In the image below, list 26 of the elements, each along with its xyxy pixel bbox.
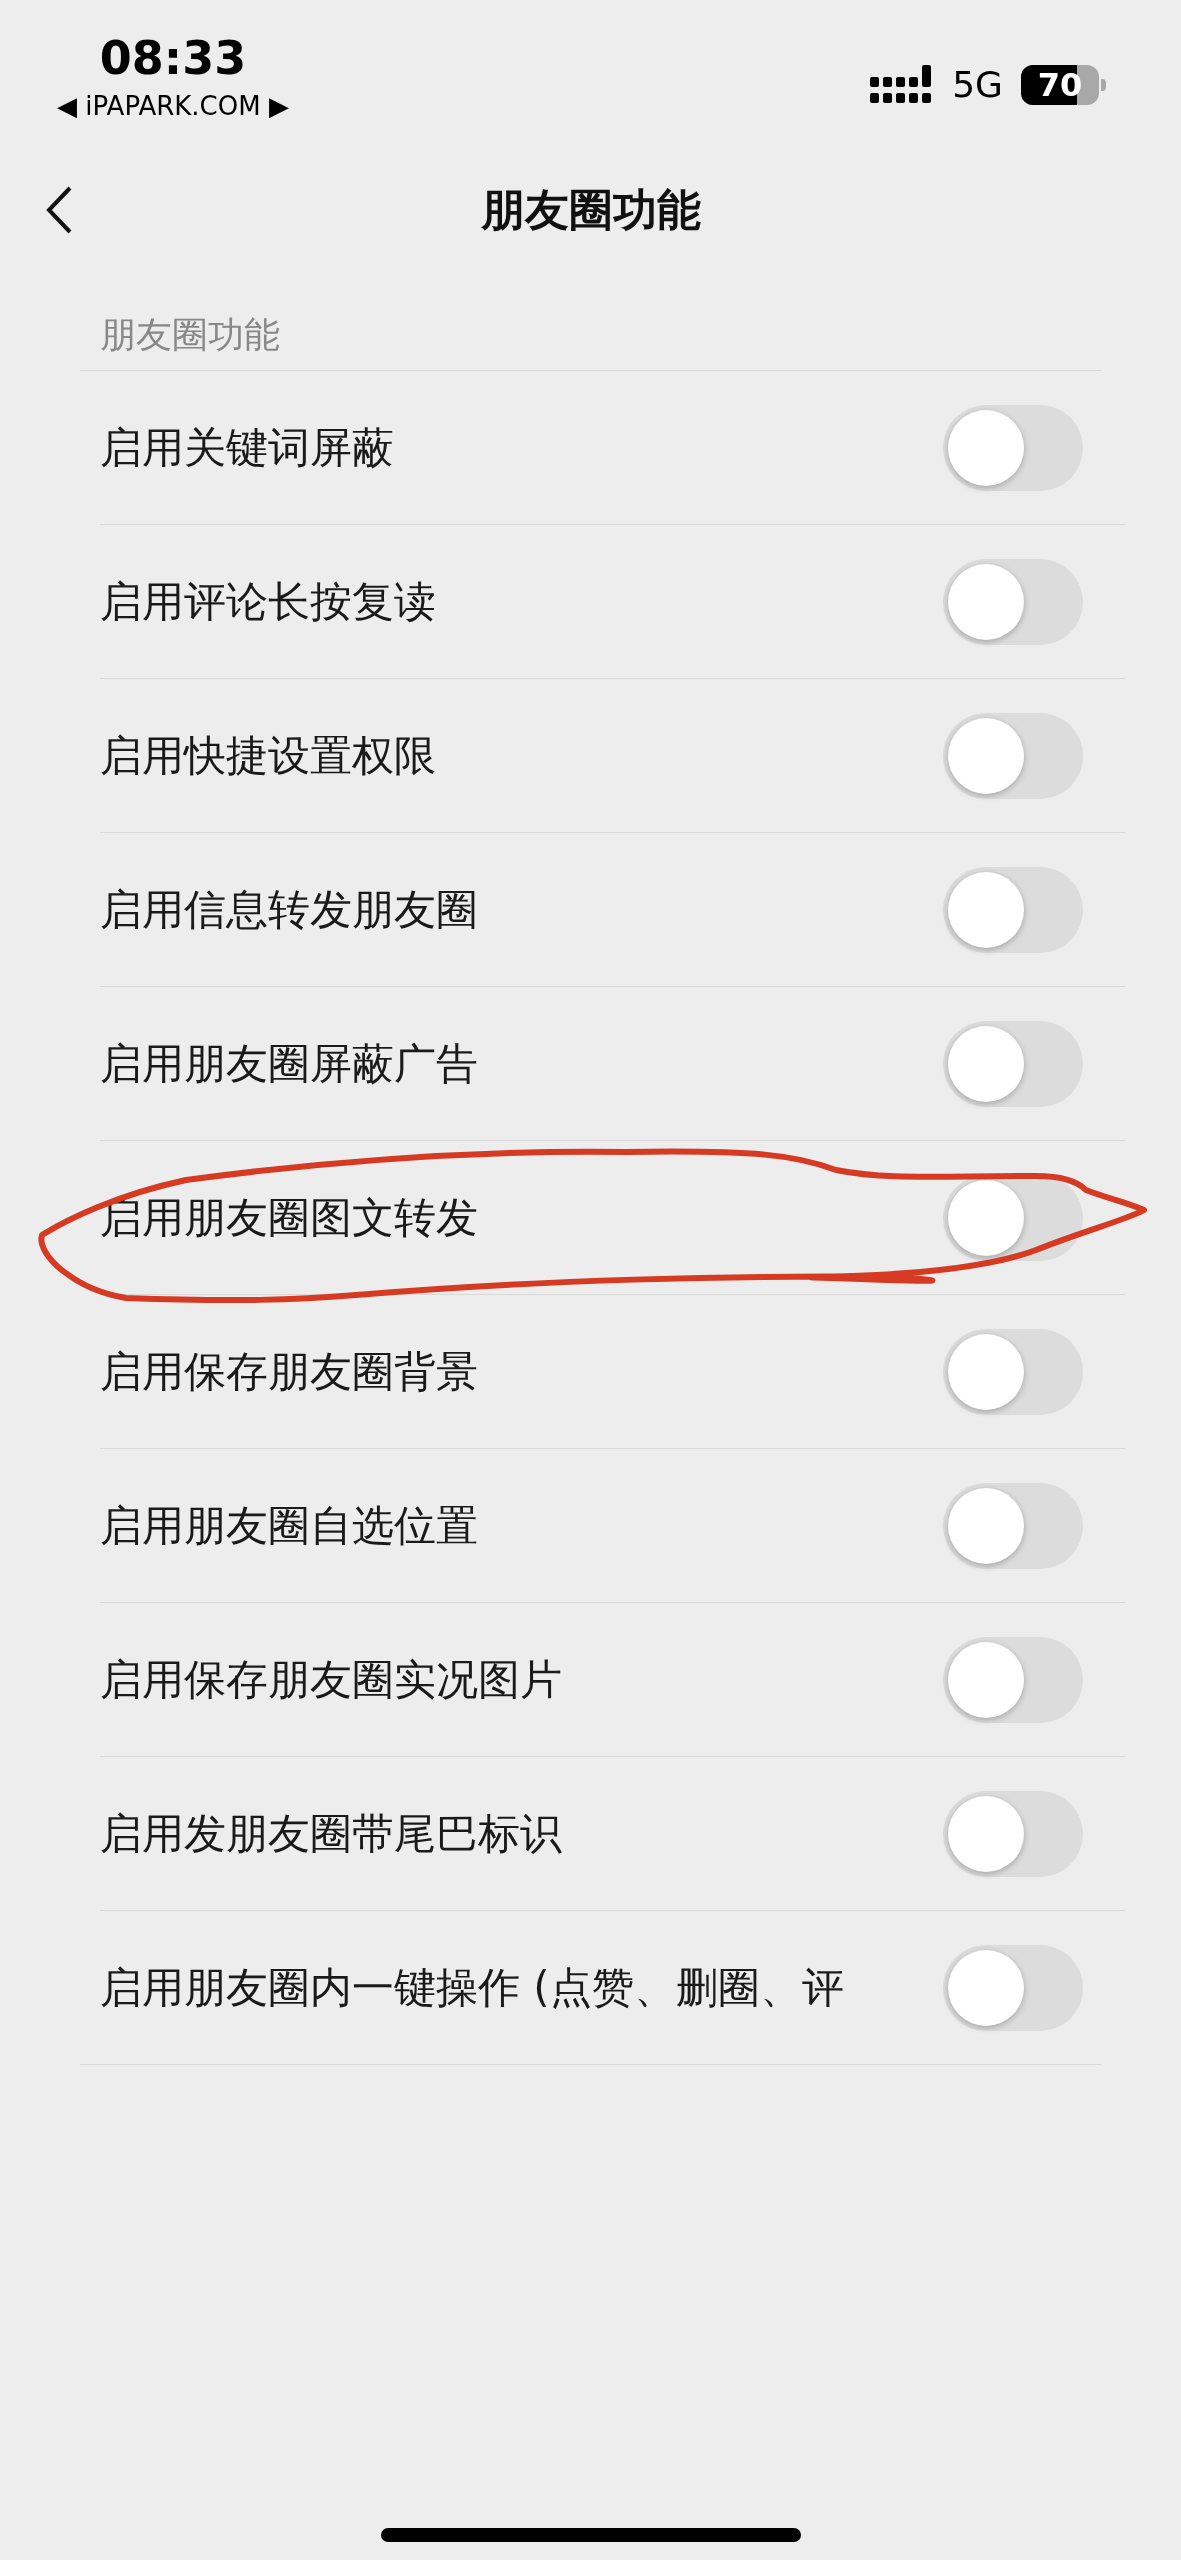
page-title: 朋友圈功能 <box>480 183 701 237</box>
status-time: 08:33 <box>99 30 247 87</box>
setting-label: 启用快捷设置权限 <box>100 730 436 782</box>
setting-label: 启用关键词屏蔽 <box>100 422 394 474</box>
website-link[interactable]: ◀ iPAPARK.COM ▶ <box>57 88 289 124</box>
setting-row[interactable]: 启用朋友圈屏蔽广告 <box>0 987 1181 1140</box>
setting-row[interactable]: 启用朋友圈内一键操作 (点赞、删圈、评 <box>0 1911 1181 2064</box>
setting-row[interactable]: 启用保存朋友圈实况图片 <box>0 1603 1181 1756</box>
setting-row[interactable]: 启用朋友圈自选位置 <box>0 1449 1181 1602</box>
setting-label: 启用朋友圈内一键操作 (点赞、删圈、评 <box>100 1962 844 2014</box>
back-icon[interactable] <box>44 185 74 235</box>
setting-row[interactable]: 启用信息转发朋友圈 <box>0 833 1181 986</box>
setting-row[interactable]: 启用关键词屏蔽 <box>0 371 1181 524</box>
setting-row[interactable]: 启用发朋友圈带尾巴标识 <box>0 1757 1181 1910</box>
setting-label: 启用朋友圈自选位置 <box>100 1500 478 1552</box>
setting-row[interactable]: 启用保存朋友圈背景 <box>0 1295 1181 1448</box>
setting-label: 启用信息转发朋友圈 <box>100 884 478 936</box>
setting-label: 启用保存朋友圈背景 <box>100 1346 478 1398</box>
setting-label: 启用发朋友圈带尾巴标识 <box>100 1808 562 1860</box>
setting-row[interactable]: 启用评论长按复读 <box>0 525 1181 678</box>
section-title: 朋友圈功能 <box>100 313 280 357</box>
network-label: 5G <box>952 63 1003 107</box>
setting-label: 启用评论长按复读 <box>100 576 436 628</box>
setting-row[interactable]: 启用快捷设置权限 <box>0 679 1181 832</box>
setting-label: 启用保存朋友圈实况图片 <box>100 1654 562 1706</box>
setting-label: 启用朋友圈屏蔽广告 <box>100 1038 478 1090</box>
